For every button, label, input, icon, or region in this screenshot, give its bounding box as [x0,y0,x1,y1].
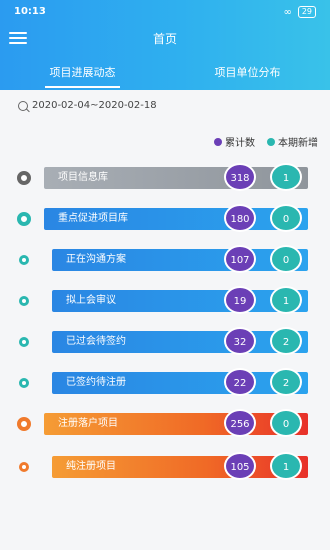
legend: 累计数 本期新增 [214,134,318,149]
new-count-badge: 0 [270,204,302,232]
search-icon [18,100,28,111]
row-marker-icon [19,296,29,306]
new-count-badge: 1 [270,452,302,480]
row-marker-icon [17,417,31,431]
stage-bar: 注册落户项目 [44,413,308,435]
cumulative-count-badge: 180 [224,204,256,232]
stage-label: 重点促进项目库 [58,213,128,224]
cumulative-count-badge: 318 [224,163,256,191]
row-marker-icon [19,462,29,472]
stage-row[interactable]: 项目信息库 318 1 [0,163,330,191]
legend-dot-icon [267,137,275,146]
stage-label: 已过会待签约 [66,336,126,347]
battery-icon: 29 [297,6,316,18]
stage-row[interactable]: 拟上会审议 19 1 [0,286,330,314]
stage-label: 拟上会审议 [66,295,116,306]
legend-dot-icon [214,137,222,146]
legend-item-new: 本期新增 [267,134,318,149]
stage-row[interactable]: 已签约待注册 22 2 [0,368,330,396]
status-bar: 10:13 ∞ 29 [0,0,330,24]
cumulative-count-badge: 256 [224,409,256,437]
new-count-badge: 2 [270,368,302,396]
tab-project-progress[interactable]: 项目进展动态 [0,60,165,90]
cumulative-count-badge: 107 [224,245,256,273]
cumulative-count-badge: 22 [224,368,256,396]
stage-row[interactable]: 纯注册项目 105 1 [0,452,330,480]
row-marker-icon [19,337,29,347]
stage-label: 注册落户项目 [58,418,118,429]
header: 10:13 ∞ 29 首页 项目进展动态 项目单位分布 [0,0,330,90]
legend-label: 累计数 [225,138,255,149]
new-count-badge: 1 [270,163,302,191]
stage-row[interactable]: 重点促进项目库 180 0 [0,204,330,232]
status-time: 10:13 [14,6,46,17]
stage-row[interactable]: 注册落户项目 256 0 [0,409,330,437]
row-marker-icon [19,378,29,388]
stage-bar: 重点促进项目库 [44,208,308,230]
legend-item-cumulative: 累计数 [214,134,255,149]
stage-label: 已签约待注册 [66,377,126,388]
tab-unit-distribution[interactable]: 项目单位分布 [165,60,330,90]
app-screen: 10:13 ∞ 29 首页 项目进展动态 项目单位分布 2020-02-04~2… [0,0,330,550]
new-count-badge: 1 [270,286,302,314]
stage-label: 正在沟通方案 [66,254,126,265]
legend-label: 本期新增 [278,138,318,149]
row-marker-icon [17,171,31,185]
new-count-badge: 2 [270,327,302,355]
new-count-badge: 0 [270,409,302,437]
date-range-text: 2020-02-04~2020-02-18 [32,100,157,111]
stage-row[interactable]: 正在沟通方案 107 0 [0,245,330,273]
row-marker-icon [19,255,29,265]
signal-icon: ∞ [283,6,292,18]
page-title: 首页 [152,32,177,46]
stage-label: 项目信息库 [58,172,108,183]
row-marker-icon [17,212,31,226]
cumulative-count-badge: 105 [224,452,256,480]
stage-bar: 项目信息库 [44,167,308,189]
new-count-badge: 0 [270,245,302,273]
date-range-picker[interactable]: 2020-02-04~2020-02-18 [18,100,157,111]
tab-bar: 项目进展动态 项目单位分布 [0,60,330,90]
stage-row[interactable]: 已过会待签约 32 2 [0,327,330,355]
status-icons: ∞ 29 [283,6,316,18]
stage-label: 纯注册项目 [66,461,116,472]
cumulative-count-badge: 32 [224,327,256,355]
cumulative-count-badge: 19 [224,286,256,314]
